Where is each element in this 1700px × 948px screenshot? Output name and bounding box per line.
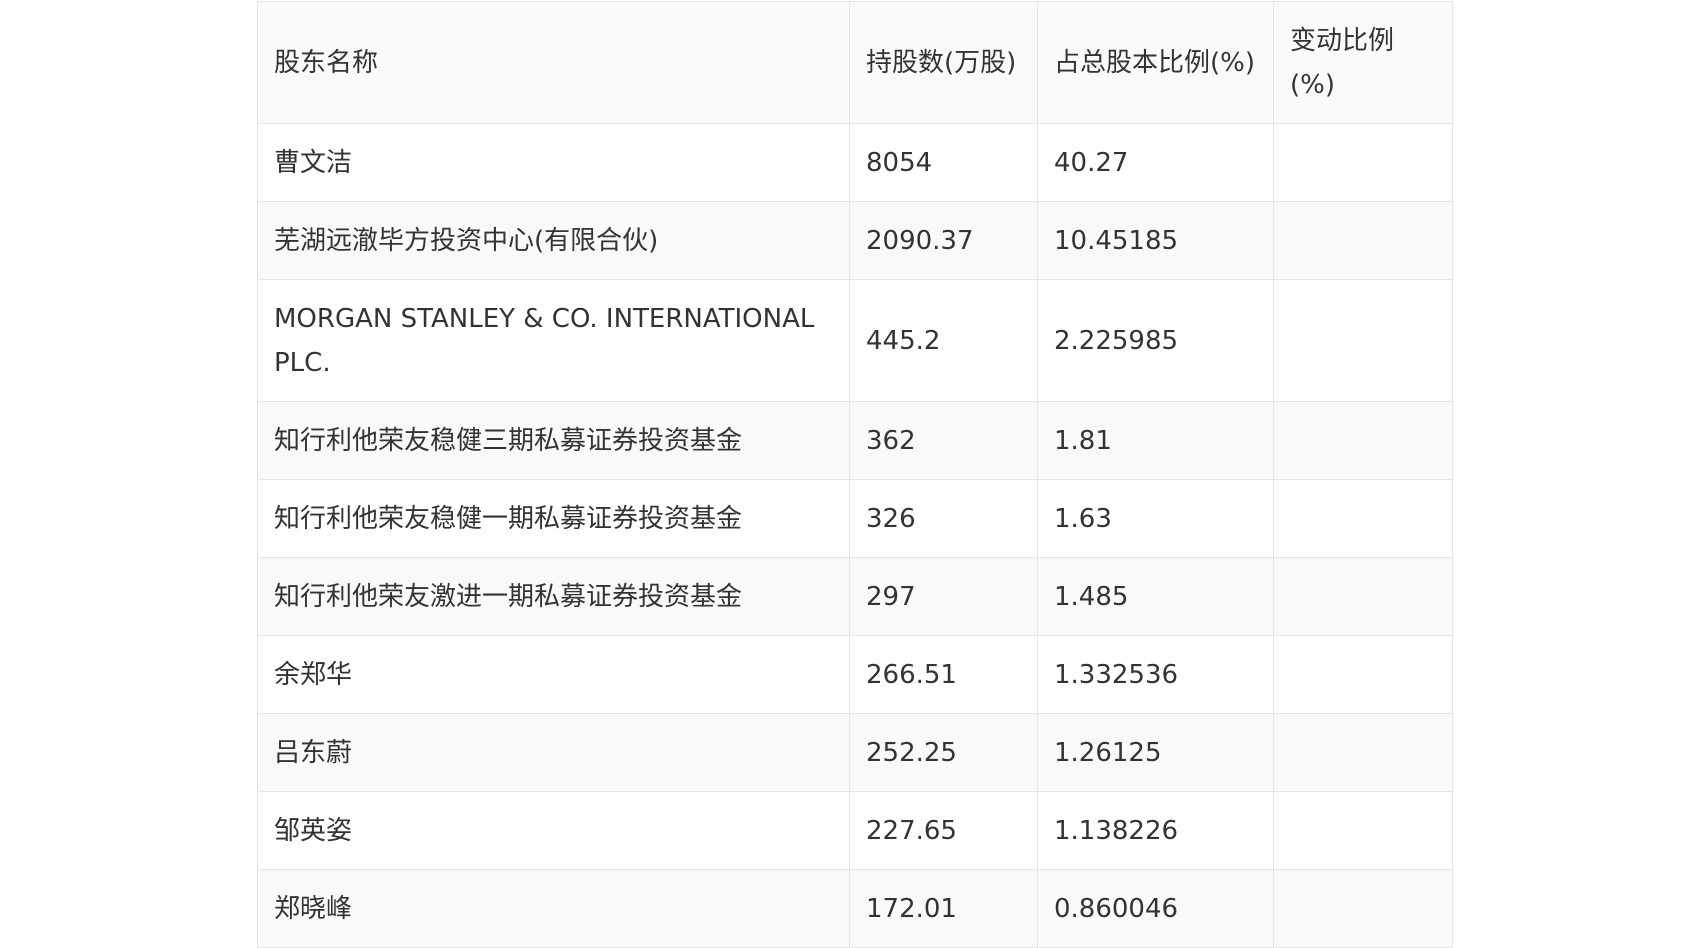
- cell-change: [1273, 869, 1453, 948]
- table-row: 曹文洁 8054 40.27: [257, 123, 1453, 202]
- cell-change: [1273, 713, 1453, 792]
- cell-change: [1273, 479, 1453, 558]
- shareholder-table: 股东名称 持股数(万股) 占总股本比例(%) 变动比例(%) 曹文洁 8054 …: [257, 1, 1453, 948]
- table-row: 郑晓峰 172.01 0.860046: [257, 869, 1453, 948]
- cell-name: 知行利他荣友激进一期私募证券投资基金: [257, 557, 850, 636]
- cell-shares: 2090.37: [849, 201, 1038, 280]
- table-row: 吕东蔚 252.25 1.26125: [257, 713, 1453, 792]
- table-row: 邹英姿 227.65 1.138226: [257, 791, 1453, 870]
- cell-ratio: 10.45185: [1037, 201, 1274, 280]
- cell-ratio: 1.63: [1037, 479, 1274, 558]
- cell-name: 芜湖远澈毕方投资中心(有限合伙): [257, 201, 850, 280]
- table-row: 知行利他荣友激进一期私募证券投资基金 297 1.485: [257, 557, 1453, 636]
- cell-shares: 252.25: [849, 713, 1038, 792]
- cell-ratio: 1.485: [1037, 557, 1274, 636]
- cell-ratio: 1.332536: [1037, 635, 1274, 714]
- cell-change: [1273, 635, 1453, 714]
- header-shares-held: 持股数(万股): [849, 1, 1038, 124]
- cell-change: [1273, 791, 1453, 870]
- cell-name: 知行利他荣友稳健一期私募证券投资基金: [257, 479, 850, 558]
- cell-shares: 8054: [849, 123, 1038, 202]
- cell-change: [1273, 123, 1453, 202]
- cell-ratio: 1.81: [1037, 401, 1274, 480]
- cell-change: [1273, 279, 1453, 402]
- cell-change: [1273, 201, 1453, 280]
- table-row: MORGAN STANLEY & CO. INTERNATIONAL PLC. …: [257, 279, 1453, 402]
- table-row: 芜湖远澈毕方投资中心(有限合伙) 2090.37 10.45185: [257, 201, 1453, 280]
- cell-shares: 326: [849, 479, 1038, 558]
- table-row: 知行利他荣友稳健三期私募证券投资基金 362 1.81: [257, 401, 1453, 480]
- table-row: 余郑华 266.51 1.332536: [257, 635, 1453, 714]
- cell-shares: 172.01: [849, 869, 1038, 948]
- header-share-ratio: 占总股本比例(%): [1037, 1, 1274, 124]
- cell-ratio: 40.27: [1037, 123, 1274, 202]
- cell-name: 郑晓峰: [257, 869, 850, 948]
- table-header: 股东名称 持股数(万股) 占总股本比例(%) 变动比例(%): [257, 1, 1453, 124]
- cell-name: 知行利他荣友稳健三期私募证券投资基金: [257, 401, 850, 480]
- cell-ratio: 1.26125: [1037, 713, 1274, 792]
- cell-name: 邹英姿: [257, 791, 850, 870]
- cell-change: [1273, 401, 1453, 480]
- cell-ratio: 2.225985: [1037, 279, 1274, 402]
- cell-shares: 266.51: [849, 635, 1038, 714]
- cell-shares: 227.65: [849, 791, 1038, 870]
- cell-name: MORGAN STANLEY & CO. INTERNATIONAL PLC.: [257, 279, 850, 402]
- table-row: 知行利他荣友稳健一期私募证券投资基金 326 1.63: [257, 479, 1453, 558]
- cell-ratio: 1.138226: [1037, 791, 1274, 870]
- cell-name: 吕东蔚: [257, 713, 850, 792]
- header-row: 股东名称 持股数(万股) 占总股本比例(%) 变动比例(%): [257, 1, 1453, 124]
- table-body: 曹文洁 8054 40.27 芜湖远澈毕方投资中心(有限合伙) 2090.37 …: [257, 123, 1453, 948]
- cell-name: 曹文洁: [257, 123, 850, 202]
- shareholder-table-container: 股东名称 持股数(万股) 占总股本比例(%) 变动比例(%) 曹文洁 8054 …: [257, 1, 1453, 948]
- header-shareholder-name: 股东名称: [257, 1, 850, 124]
- cell-name: 余郑华: [257, 635, 850, 714]
- cell-shares: 445.2: [849, 279, 1038, 402]
- cell-shares: 297: [849, 557, 1038, 636]
- cell-shares: 362: [849, 401, 1038, 480]
- header-change-ratio: 变动比例(%): [1273, 1, 1453, 124]
- cell-change: [1273, 557, 1453, 636]
- cell-ratio: 0.860046: [1037, 869, 1274, 948]
